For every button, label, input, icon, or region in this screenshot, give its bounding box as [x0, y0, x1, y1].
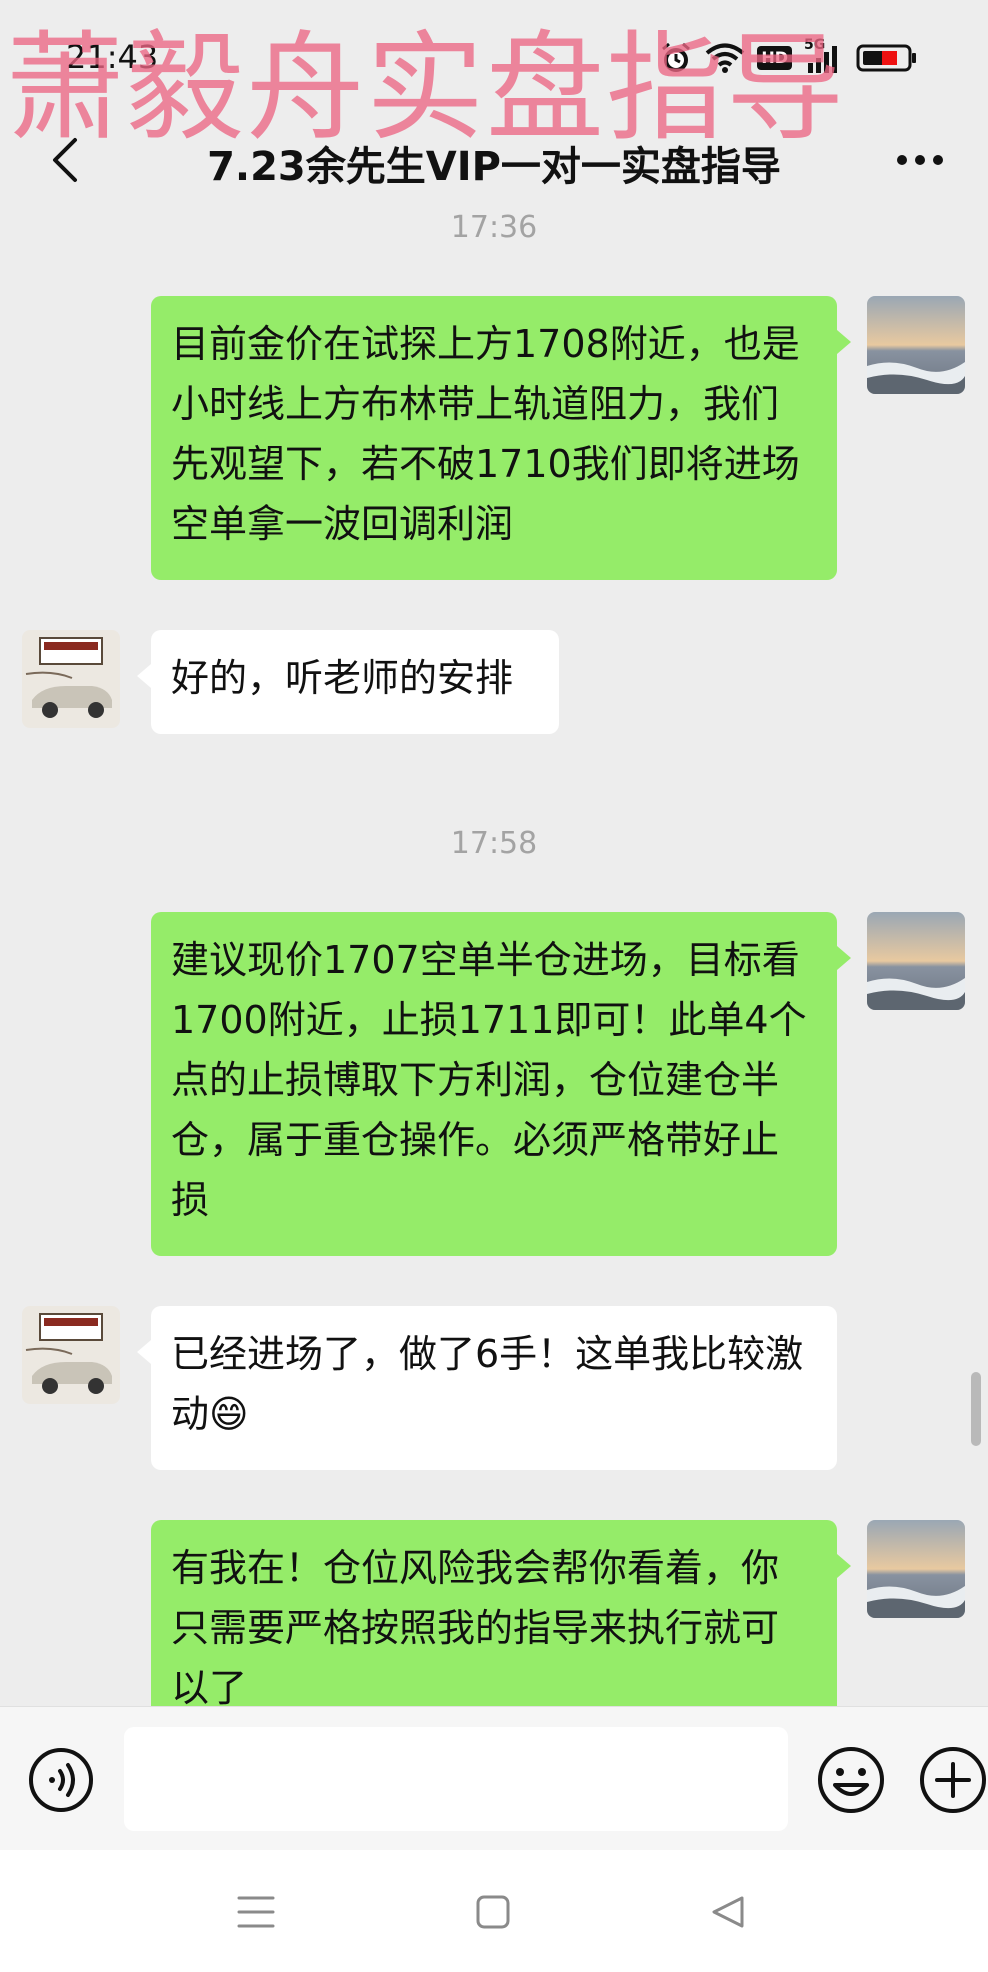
avatar-self[interactable]: [867, 912, 965, 1010]
system-nav-bar: [0, 1850, 988, 1972]
status-bar: 21:43 HD 5G: [0, 0, 988, 110]
message-bubble-outgoing[interactable]: 目前金价在试探上方1708附近，也是小时线上方布林带上轨道阻力，我们先观望下，若…: [151, 296, 851, 580]
voice-icon: [29, 1748, 93, 1812]
message-timestamp: 17:36: [450, 210, 538, 245]
avatar-contact[interactable]: [22, 1306, 120, 1404]
nav-menu-button[interactable]: [228, 1884, 284, 1940]
voice-button[interactable]: [28, 1747, 94, 1813]
chat-header: 7.23余先生VIP一对一实盘指导: [0, 110, 988, 210]
message-text-input[interactable]: [124, 1727, 788, 1831]
message-timestamp: 17:58: [450, 826, 538, 861]
more-dots-icon: [897, 155, 943, 165]
smiley-icon: [818, 1747, 884, 1813]
avatar-contact[interactable]: [22, 630, 120, 728]
message-bubble-outgoing[interactable]: 建议现价1707空单半仓进场，目标看1700附近，止损1711即可！此单4个点的…: [151, 912, 851, 1256]
signal-icon: 5G: [804, 37, 844, 75]
avatar-self[interactable]: [867, 1520, 965, 1618]
plus-circle-icon: [920, 1747, 986, 1813]
avatar-self[interactable]: [867, 296, 965, 394]
message-bubble-incoming[interactable]: 已经进场了，做了6手！这单我比较激动😄: [137, 1306, 837, 1470]
hd-icon: HD: [757, 46, 792, 70]
alarm-icon: [659, 41, 693, 75]
battery-icon: [856, 43, 918, 73]
square-icon: [476, 1895, 510, 1929]
chat-title: 7.23余先生VIP一对一实盘指导: [207, 144, 781, 190]
message-input-bar: [0, 1706, 988, 1851]
nav-home-button[interactable]: [465, 1884, 521, 1940]
scrollbar-thumb[interactable]: [971, 1372, 981, 1446]
status-icons: HD 5G: [659, 37, 918, 78]
triangle-back-icon: [712, 1896, 744, 1928]
wifi-icon: [705, 42, 745, 74]
menu-lines-icon: [237, 1896, 275, 1928]
nav-back-button[interactable]: [700, 1884, 756, 1940]
message-bubble-incoming[interactable]: 好的，听老师的安排: [137, 630, 559, 734]
more-options-button[interactable]: [888, 132, 952, 188]
emoji-button[interactable]: [816, 1745, 886, 1815]
status-time: 21:43: [66, 38, 159, 76]
more-functions-button[interactable]: [918, 1745, 988, 1815]
